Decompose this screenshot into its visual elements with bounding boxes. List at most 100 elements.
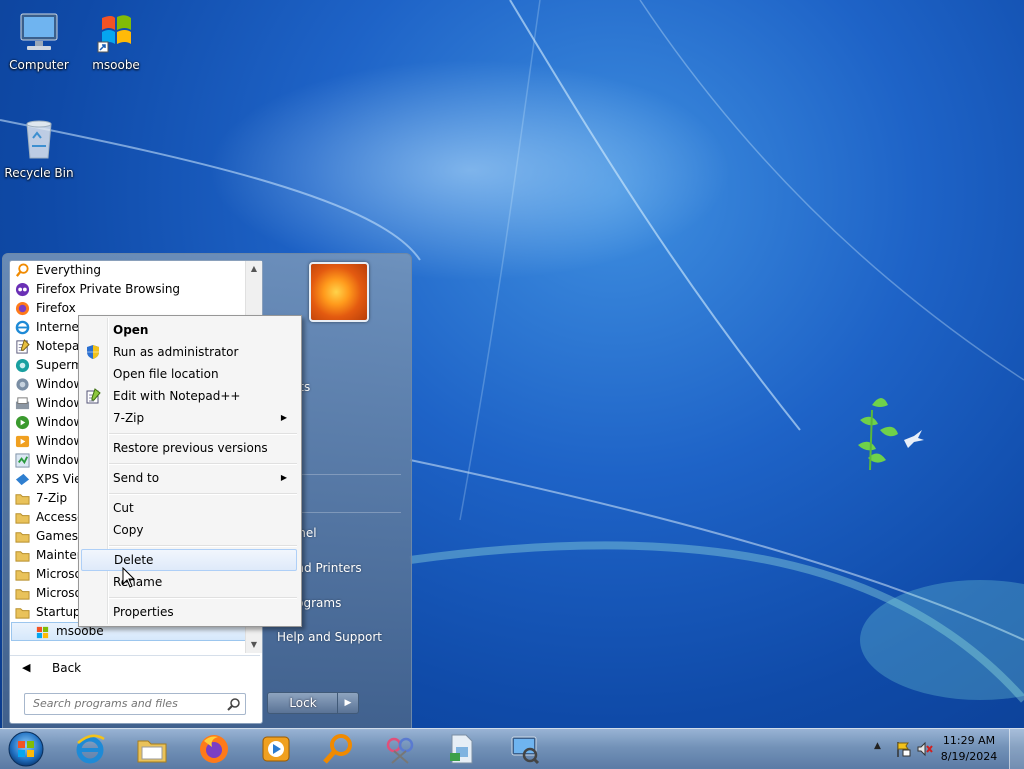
internet-explorer-icon — [15, 320, 30, 335]
ctx-cut[interactable]: Cut — [81, 497, 297, 519]
search-icon[interactable] — [227, 697, 241, 711]
taskbar-internet-explorer[interactable] — [62, 731, 118, 767]
file-icon — [450, 734, 473, 764]
ctx-run-as-admin[interactable]: Run as administrator — [81, 341, 297, 363]
ctx-separator — [109, 493, 297, 495]
start-orb-icon[interactable] — [6, 730, 46, 768]
taskbar-media-player[interactable] — [248, 731, 304, 767]
taskbar: ▲ 11:29 AM 8/19/2024 — [0, 728, 1024, 769]
recycle-bin-icon — [26, 120, 52, 159]
ctx-label: Rename — [113, 575, 163, 589]
desktop-icon-label: Recycle Bin — [4, 166, 74, 180]
user-avatar[interactable] — [309, 262, 369, 322]
ctx-restore-previous-versions[interactable]: Restore previous versions — [81, 437, 297, 459]
right-item-help-support[interactable]: Help and Support — [277, 630, 417, 644]
program-label: Games — [36, 529, 78, 543]
ctx-label: Restore previous versions — [113, 441, 268, 455]
ctx-properties[interactable]: Properties — [81, 601, 297, 623]
desktop-icon-computer[interactable]: Computer — [0, 8, 78, 72]
taskbar-clock[interactable]: 11:29 AM 8/19/2024 — [938, 733, 1000, 765]
action-center-flag-icon[interactable] — [894, 740, 912, 758]
media-center-icon — [15, 415, 30, 430]
folder-icon — [15, 589, 30, 600]
search-orange-icon — [15, 263, 29, 277]
desktop-icon-recycle-bin[interactable]: Recycle Bin — [0, 116, 78, 180]
desktop-icon-label: msoobe — [92, 58, 140, 72]
program-item-everything[interactable]: Everything — [10, 261, 246, 280]
program-label: Firefox Private Browsing — [36, 282, 181, 296]
submenu-arrow-icon: ▶ — [280, 473, 287, 482]
context-menu: Open Run as administrator Open file loca… — [78, 315, 302, 627]
clock-date: 8/19/2024 — [940, 750, 998, 763]
taskbar-file[interactable] — [434, 731, 490, 767]
ctx-7zip[interactable]: 7-Zip ▶ — [81, 407, 297, 429]
taskbar-firefox[interactable] — [186, 731, 242, 767]
globe-icon — [15, 358, 30, 373]
xps-icon — [15, 473, 30, 486]
internet-explorer-icon — [76, 734, 105, 764]
update-icon — [15, 453, 30, 468]
ctx-delete[interactable]: Delete — [81, 549, 297, 571]
ctx-label: Open file location — [113, 367, 219, 381]
mouse-cursor-icon — [122, 567, 136, 588]
show-desktop-button[interactable] — [1009, 729, 1024, 769]
media-player-icon — [262, 736, 290, 762]
taskbar-snipping-tool[interactable] — [372, 731, 428, 767]
ctx-label: Send to — [113, 471, 160, 485]
clock-time: 11:29 AM — [942, 734, 996, 747]
program-label: Everything — [36, 263, 101, 277]
folder-icon — [15, 570, 30, 581]
ctx-label: Edit with Notepad++ — [113, 389, 241, 403]
fax-icon — [15, 397, 30, 410]
program-label: Firefox — [36, 301, 76, 315]
right-item-label: Help and Support — [277, 630, 382, 644]
ctx-edit-notepadpp[interactable]: Edit with Notepad++ — [81, 385, 297, 407]
folder-icon — [15, 513, 30, 524]
lock-button[interactable]: Lock — [267, 692, 339, 714]
volume-muted-icon[interactable] — [916, 740, 934, 758]
ctx-separator — [109, 463, 297, 465]
scroll-down-arrow-icon[interactable]: ▼ — [246, 637, 262, 653]
ctx-open-file-location[interactable]: Open file location — [81, 363, 297, 385]
ctx-open[interactable]: Open — [81, 319, 297, 341]
ctx-copy[interactable]: Copy — [81, 519, 297, 541]
taskbar-file-explorer[interactable] — [124, 731, 180, 767]
ctx-label: Delete — [114, 553, 154, 567]
windows-logo-icon — [97, 15, 131, 53]
search-input[interactable] — [25, 694, 223, 712]
ctx-separator — [109, 597, 297, 599]
notepad-icon — [16, 339, 30, 354]
ctx-label: Open — [113, 323, 149, 337]
scroll-up-arrow-icon[interactable]: ▲ — [246, 261, 262, 277]
program-label: 7-Zip — [36, 491, 68, 505]
ctx-label: Cut — [113, 501, 134, 515]
ctx-separator — [109, 545, 297, 547]
program-label: Window — [36, 396, 84, 410]
desktop-icon-msoobe[interactable]: msoobe — [77, 8, 155, 72]
back-button[interactable]: ◀ Back — [10, 655, 260, 680]
program-label: Window — [36, 453, 84, 467]
start-search-box[interactable] — [24, 693, 246, 715]
computer-icon — [20, 13, 58, 50]
program-label: Window — [36, 434, 84, 448]
ctx-send-to[interactable]: Send to ▶ — [81, 467, 297, 489]
show-hidden-icons-arrow-icon[interactable]: ▲ — [874, 741, 881, 751]
windows-app-icon — [16, 378, 29, 391]
ctx-label: Run as administrator — [113, 345, 239, 359]
folder-icon — [15, 551, 30, 562]
taskbar-everything[interactable] — [310, 731, 366, 767]
firefox-private-icon — [15, 282, 30, 297]
snipping-tool-icon — [386, 737, 414, 764]
notepad-plus-icon — [86, 388, 101, 404]
program-item-firefox-private[interactable]: Firefox Private Browsing — [10, 280, 246, 299]
ctx-label: Copy — [113, 523, 144, 537]
network-monitor-icon — [511, 736, 540, 765]
ctx-rename[interactable]: Rename — [81, 571, 297, 593]
system-tray: ▲ 11:29 AM 8/19/2024 — [864, 729, 1024, 769]
program-label: Window — [36, 377, 84, 391]
ctx-separator — [109, 433, 297, 435]
program-label: Startup — [36, 605, 81, 619]
program-label: Internet — [36, 320, 84, 334]
shutdown-options-arrow-icon[interactable]: ▶ — [337, 692, 359, 714]
taskbar-network-monitor[interactable] — [496, 731, 552, 767]
